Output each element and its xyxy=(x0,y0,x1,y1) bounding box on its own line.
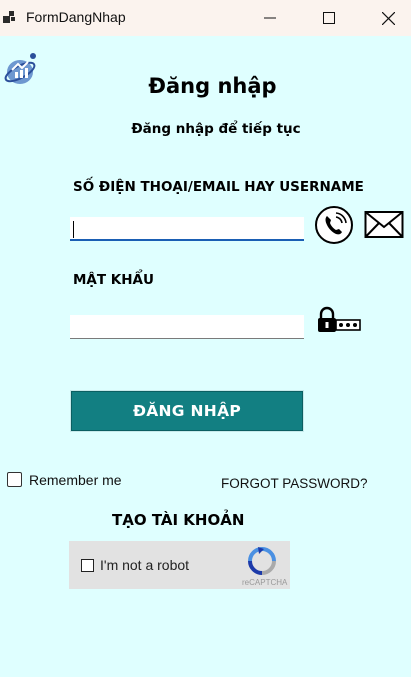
create-account-link[interactable]: TẠO TÀI KHOẢN xyxy=(112,511,244,529)
login-button[interactable]: ĐĂNG NHẬP xyxy=(71,391,303,431)
captcha-brand: reCAPTCHA xyxy=(242,578,288,587)
forgot-password-link[interactable]: FORGOT PASSWORD? xyxy=(221,476,368,491)
recaptcha-icon xyxy=(248,547,276,575)
mail-icon[interactable] xyxy=(364,210,404,240)
recaptcha-widget[interactable]: I'm not a robot reCAPTCHA xyxy=(69,541,290,589)
password-label: MẬT KHẨU xyxy=(73,272,154,288)
window-title: FormDangNhap xyxy=(26,9,126,25)
password-lock-icon xyxy=(318,306,361,332)
close-icon xyxy=(382,12,395,25)
minimize-button[interactable] xyxy=(247,0,293,36)
username-input[interactable] xyxy=(70,217,304,241)
text-caret xyxy=(73,221,74,238)
captcha-checkbox[interactable] xyxy=(81,559,94,572)
checkbox-box[interactable] xyxy=(7,472,22,487)
password-input[interactable] xyxy=(70,315,304,339)
close-button[interactable] xyxy=(365,0,411,36)
title-bar[interactable]: FormDangNhap xyxy=(0,0,411,36)
username-label: SỐ ĐIỆN THOẠI/EMAIL HAY USERNAME xyxy=(73,179,364,195)
remember-me-label[interactable]: Remember me xyxy=(29,472,122,488)
phone-icon[interactable] xyxy=(314,205,354,245)
page-title: Đăng nhập xyxy=(148,74,277,98)
app-icon xyxy=(3,11,15,23)
captcha-label: I'm not a robot xyxy=(100,557,190,573)
maximize-button[interactable] xyxy=(306,0,352,36)
minimize-icon xyxy=(264,17,276,19)
maximize-icon xyxy=(323,12,335,24)
page-subtitle: Đăng nhập để tiếp tục xyxy=(131,121,301,137)
